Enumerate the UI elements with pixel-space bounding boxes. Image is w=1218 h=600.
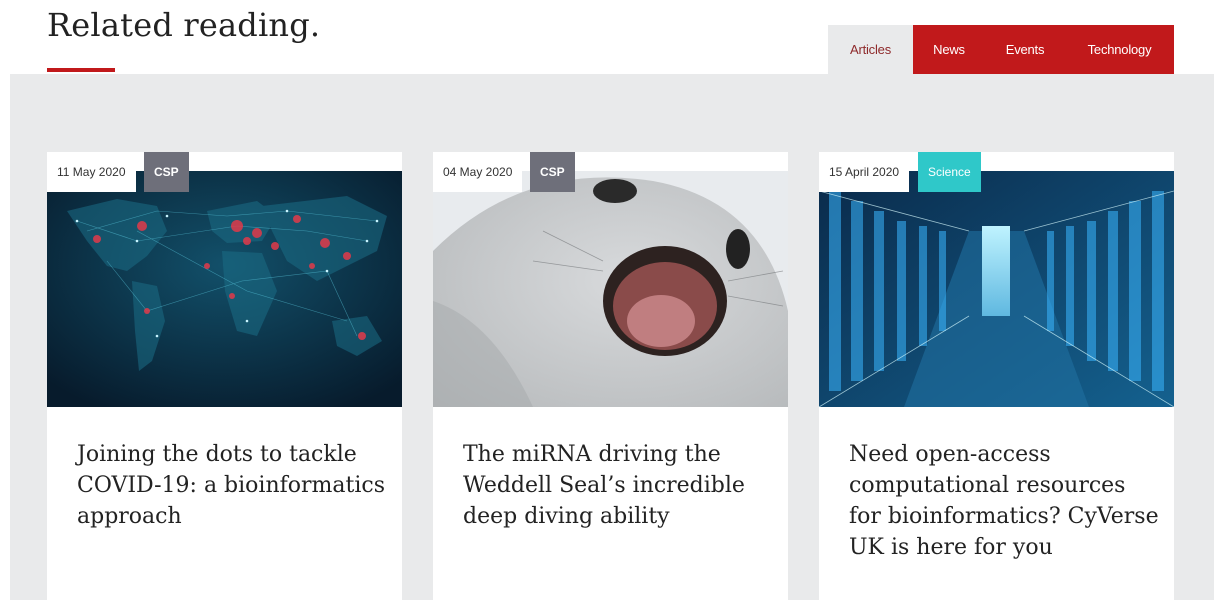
article-image-world-map[interactable] (47, 171, 402, 407)
tab-technology[interactable]: Technology (1065, 25, 1174, 74)
title-underline (47, 68, 115, 72)
article-card[interactable]: 04 May 2020 CSP The miRNA driving the We… (433, 152, 788, 600)
article-image-seal[interactable] (433, 171, 788, 407)
article-card[interactable]: 11 May 2020 CSP Joining the dots to tack… (47, 152, 402, 600)
tab-articles[interactable]: Articles (828, 25, 913, 74)
article-headline[interactable]: Need open-access computational resources… (849, 439, 1159, 563)
article-date: 11 May 2020 (47, 152, 136, 192)
article-headline[interactable]: The miRNA driving the Weddell Seal’s inc… (463, 439, 773, 532)
article-image-data-center[interactable] (819, 171, 1174, 407)
article-headline[interactable]: Joining the dots to tackle COVID-19: a b… (77, 439, 387, 532)
category-badge[interactable]: CSP (144, 152, 189, 192)
tab-bar: Articles News Events Technology (828, 25, 1174, 74)
section-title: Related reading. (47, 6, 321, 44)
article-card[interactable]: 15 April 2020 Science Need open-access c… (819, 152, 1174, 600)
article-date: 15 April 2020 (819, 152, 910, 192)
tab-events[interactable]: Events (985, 25, 1065, 74)
category-badge[interactable]: CSP (530, 152, 575, 192)
article-date: 04 May 2020 (433, 152, 523, 192)
category-badge[interactable]: Science (918, 152, 981, 192)
tab-news[interactable]: News (913, 25, 985, 74)
